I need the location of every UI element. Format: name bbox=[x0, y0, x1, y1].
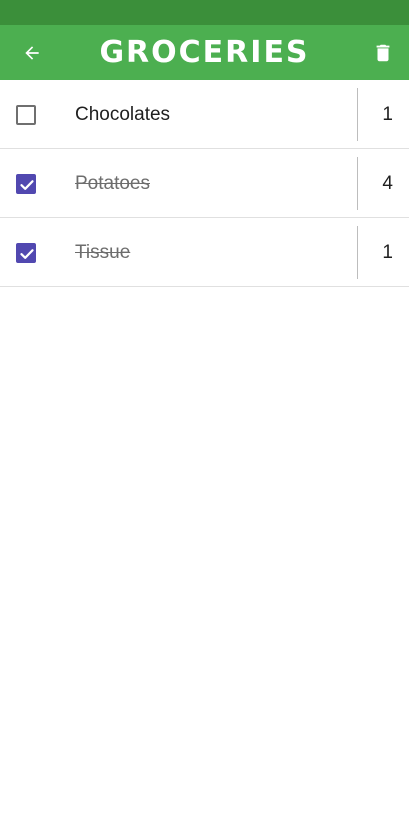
check-icon bbox=[20, 249, 34, 259]
trash-icon bbox=[376, 44, 390, 62]
status-bar bbox=[0, 0, 409, 25]
item-name[interactable]: Chocolates bbox=[75, 80, 170, 149]
item-checkbox[interactable] bbox=[16, 174, 36, 194]
item-quantity[interactable]: 1 bbox=[382, 218, 393, 287]
list-item: Tissue 1 bbox=[0, 218, 409, 287]
item-name[interactable]: Tissue bbox=[75, 218, 130, 287]
item-checkbox[interactable] bbox=[16, 243, 36, 263]
back-button[interactable] bbox=[14, 35, 50, 71]
divider bbox=[357, 226, 358, 279]
arrow-left-icon bbox=[25, 46, 39, 60]
item-quantity[interactable]: 1 bbox=[382, 80, 393, 149]
grocery-list: Chocolates 1 Potatoes 4 Tissue 1 bbox=[0, 80, 409, 287]
divider bbox=[357, 157, 358, 210]
divider bbox=[357, 88, 358, 141]
item-checkbox[interactable] bbox=[16, 105, 36, 125]
item-quantity[interactable]: 4 bbox=[382, 149, 393, 218]
app-bar: GROCERIES bbox=[0, 25, 409, 80]
list-item: Potatoes 4 bbox=[0, 149, 409, 218]
check-icon bbox=[20, 180, 34, 190]
list-item: Chocolates 1 bbox=[0, 80, 409, 149]
page-title: GROCERIES bbox=[99, 35, 310, 70]
delete-list-button[interactable] bbox=[365, 35, 401, 71]
item-name[interactable]: Potatoes bbox=[75, 149, 150, 218]
